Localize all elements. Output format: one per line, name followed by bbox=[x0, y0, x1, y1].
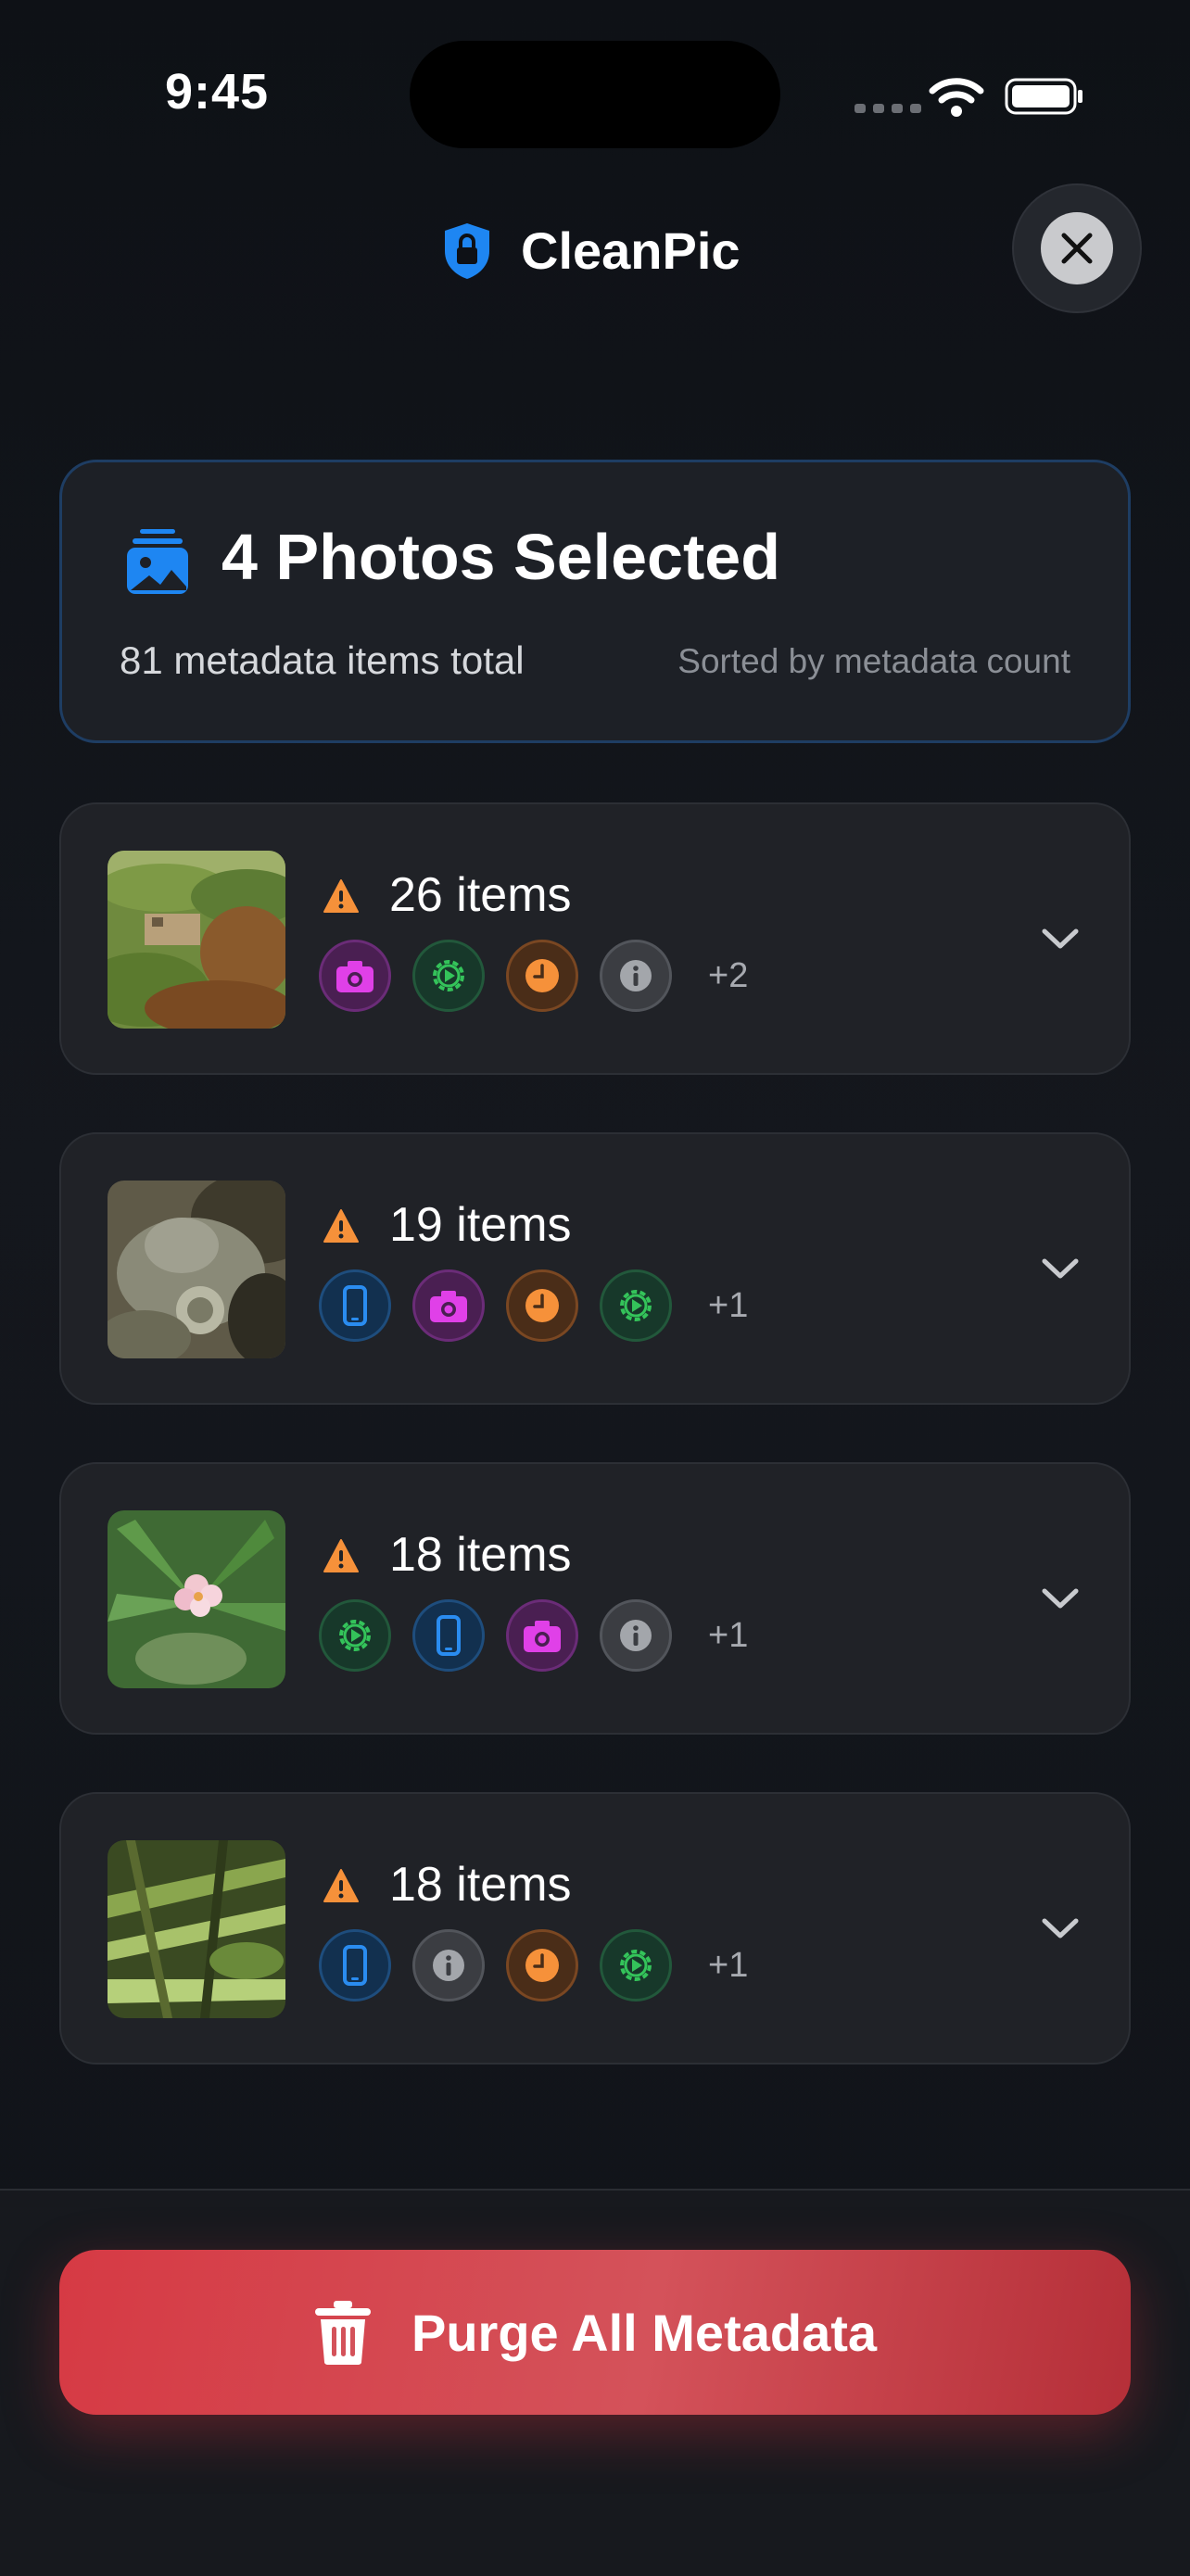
info-icon bbox=[600, 1599, 672, 1672]
battery-icon bbox=[1005, 78, 1082, 115]
status-bar: 9:45 bbox=[0, 0, 1190, 185]
dynamic-island bbox=[410, 41, 780, 148]
camera-icon bbox=[319, 940, 391, 1012]
metadata-badges: +1 bbox=[319, 1269, 748, 1342]
camera-icon bbox=[506, 1599, 578, 1672]
selection-summary-card: 4 Photos Selected 81 metadata items tota… bbox=[59, 460, 1131, 743]
photo-thumbnail bbox=[108, 851, 285, 1029]
chevron-down-icon[interactable] bbox=[1039, 922, 1082, 953]
gear-icon bbox=[319, 1599, 391, 1672]
app-title: CleanPic bbox=[521, 221, 741, 280]
metadata-badges: +2 bbox=[319, 940, 748, 1012]
status-time: 9:45 bbox=[165, 64, 270, 120]
warning-icon bbox=[323, 1209, 359, 1243]
info-icon bbox=[412, 1929, 485, 2001]
brand: CleanPic bbox=[441, 221, 741, 281]
close-button[interactable] bbox=[1012, 183, 1142, 313]
extra-count: +1 bbox=[708, 1615, 749, 1655]
extra-count: +1 bbox=[708, 1945, 749, 1985]
phone-icon bbox=[412, 1599, 485, 1672]
photo-card-2[interactable]: 19 items +1 bbox=[59, 1132, 1131, 1405]
metadata-count: 18 items bbox=[389, 1858, 572, 1912]
clock-icon bbox=[506, 1269, 578, 1342]
photo-thumbnail bbox=[108, 1510, 285, 1688]
info-icon bbox=[600, 940, 672, 1012]
phone-icon bbox=[319, 1269, 391, 1342]
clock-icon bbox=[506, 1929, 578, 2001]
gear-icon bbox=[412, 940, 485, 1012]
purge-all-button[interactable]: Purge All Metadata bbox=[59, 2250, 1131, 2415]
photo-stack-icon bbox=[127, 529, 188, 594]
gear-icon bbox=[600, 1269, 672, 1342]
shield-lock-icon bbox=[445, 222, 489, 279]
close-icon bbox=[1061, 233, 1093, 264]
chevron-down-icon[interactable] bbox=[1039, 1582, 1082, 1613]
sort-label: Sorted by metadata count bbox=[677, 642, 1070, 680]
photo-card-1[interactable]: 26 items +2 bbox=[59, 802, 1131, 1075]
metadata-count: 19 items bbox=[389, 1198, 572, 1252]
metadata-count: 26 items bbox=[389, 868, 572, 922]
summary-title: 4 Photos Selected bbox=[222, 521, 780, 593]
phone-icon bbox=[319, 1929, 391, 2001]
photo-card-3[interactable]: 18 items +1 bbox=[59, 1462, 1131, 1735]
photo-thumbnail bbox=[108, 1181, 285, 1358]
purge-label: Purge All Metadata bbox=[411, 2303, 878, 2362]
wifi-icon bbox=[929, 78, 984, 117]
chevron-down-icon[interactable] bbox=[1039, 1912, 1082, 1943]
photo-thumbnail bbox=[108, 1840, 285, 2018]
trash-icon bbox=[314, 2301, 371, 2365]
warning-icon bbox=[323, 1539, 359, 1572]
extra-count: +2 bbox=[708, 955, 749, 995]
clock-icon bbox=[506, 940, 578, 1012]
cellular-signal-icon bbox=[855, 104, 921, 113]
metadata-total: 81 metadata items total bbox=[120, 638, 525, 682]
gear-icon bbox=[600, 1929, 672, 2001]
metadata-badges: +1 bbox=[319, 1599, 748, 1672]
chevron-down-icon[interactable] bbox=[1039, 1252, 1082, 1283]
extra-count: +1 bbox=[708, 1285, 749, 1325]
camera-icon bbox=[412, 1269, 485, 1342]
metadata-count: 18 items bbox=[389, 1528, 572, 1582]
metadata-badges: +1 bbox=[319, 1929, 748, 2001]
photo-card-4[interactable]: 18 items +1 bbox=[59, 1792, 1131, 2065]
warning-icon bbox=[323, 1869, 359, 1902]
warning-icon bbox=[323, 879, 359, 913]
